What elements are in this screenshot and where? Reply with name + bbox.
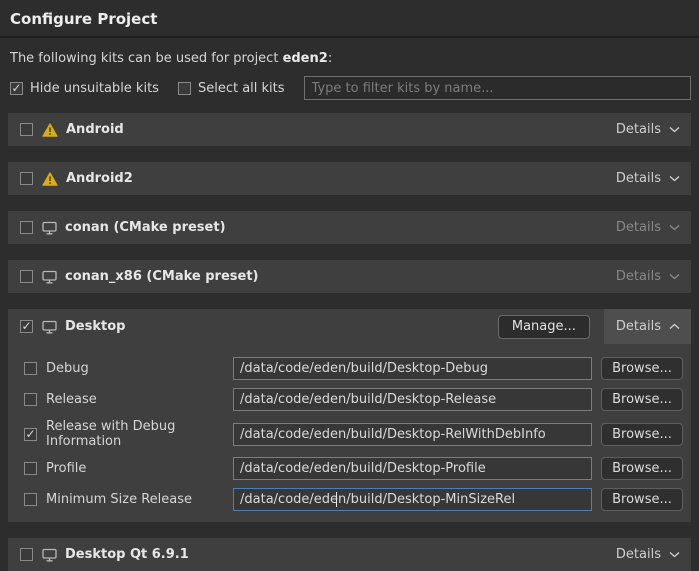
hide-unsuitable-kits-checkbox[interactable]: [10, 82, 23, 95]
chevron-down-icon: [669, 126, 680, 133]
warning-icon: [42, 172, 58, 186]
desktop-icon: [42, 270, 57, 284]
details-label: Details: [616, 547, 661, 562]
select-all-kits-checkbox[interactable]: [178, 82, 191, 95]
build-path-input[interactable]: [233, 388, 592, 411]
kit-name: conan (CMake preset): [65, 220, 226, 235]
kit-header: Android Details: [8, 113, 691, 146]
build-path-field-wrap: [233, 423, 592, 446]
build-path-field-wrap: [233, 357, 592, 380]
config-checkbox[interactable]: [24, 393, 37, 406]
config-label: Debug: [46, 361, 233, 376]
intro-text-before: The following kits can be used for proje…: [10, 51, 283, 66]
text-cursor: [336, 492, 337, 507]
config-row-relwithdebinfo: Release with Debug Information Browse...: [24, 419, 683, 449]
manage-button[interactable]: Manage...: [498, 315, 590, 339]
kit-row-conan: conan (CMake preset) Details: [8, 211, 691, 244]
kit-checkbox[interactable]: [20, 172, 33, 185]
config-checkbox[interactable]: [24, 462, 37, 475]
config-row-release: Release Browse...: [24, 388, 683, 411]
config-label: Minimum Size Release: [46, 492, 233, 507]
kit-checkbox[interactable]: [20, 123, 33, 136]
kit-filter-input[interactable]: [304, 76, 691, 100]
select-all-kits-label: Select all kits: [198, 81, 285, 96]
kit-row-desktop-qt: Desktop Qt 6.9.1 Details: [8, 538, 691, 571]
config-row-debug: Debug Browse...: [24, 357, 683, 380]
build-path-input[interactable]: [233, 357, 592, 380]
intro-text-after: :: [328, 51, 332, 66]
browse-button[interactable]: Browse...: [601, 423, 683, 446]
desktop-icon: [42, 320, 57, 334]
kit-filter-bar: Hide unsuitable kits Select all kits: [10, 76, 691, 100]
chevron-down-icon: [669, 551, 680, 558]
build-path-field-wrap: [233, 457, 592, 480]
kit-checkbox[interactable]: [20, 548, 33, 561]
build-path-input[interactable]: [233, 457, 592, 480]
kit-row-android: Android Details: [8, 113, 691, 146]
details-label: Details: [616, 269, 661, 284]
kit-header: conan (CMake preset) Details: [8, 211, 691, 244]
build-path-input[interactable]: [233, 488, 592, 511]
config-checkbox[interactable]: [24, 362, 37, 375]
kit-checkbox[interactable]: [20, 270, 33, 283]
kit-checkbox[interactable]: [20, 221, 33, 234]
kit-name: Desktop Qt 6.9.1: [65, 547, 189, 562]
browse-button[interactable]: Browse...: [601, 388, 683, 411]
config-row-profile: Profile Browse...: [24, 457, 683, 480]
details-button[interactable]: Details: [604, 260, 691, 293]
config-label: Release: [46, 392, 233, 407]
kit-name: conan_x86 (CMake preset): [65, 269, 259, 284]
warning-icon: [42, 123, 58, 137]
kit-row-desktop: Desktop Manage... Details Debug Browse..…: [8, 309, 691, 522]
details-label: Details: [616, 122, 661, 137]
details-button[interactable]: Details: [604, 309, 691, 344]
details-label: Details: [616, 319, 661, 334]
hide-unsuitable-kits-label: Hide unsuitable kits: [30, 81, 159, 96]
details-button[interactable]: Details: [604, 211, 691, 244]
kit-list: Android Details Android2 Details: [8, 113, 691, 571]
kit-name: Android: [66, 122, 124, 137]
config-label: Profile: [46, 461, 233, 476]
project-name: eden2: [283, 51, 328, 66]
details-label: Details: [616, 171, 661, 186]
details-button[interactable]: Details: [604, 162, 691, 195]
browse-button[interactable]: Browse...: [601, 357, 683, 380]
kit-header: conan_x86 (CMake preset) Details: [8, 260, 691, 293]
page-title: Configure Project: [0, 0, 699, 38]
kit-row-android2: Android2 Details: [8, 162, 691, 195]
chevron-down-icon: [669, 224, 680, 231]
kit-name: Desktop: [65, 319, 125, 334]
hide-unsuitable-kits-checkbox-group[interactable]: Hide unsuitable kits: [10, 81, 159, 96]
chevron-down-icon: [669, 175, 680, 182]
chevron-up-icon: [669, 323, 680, 330]
browse-button[interactable]: Browse...: [601, 457, 683, 480]
details-button[interactable]: Details: [604, 538, 691, 571]
kit-name: Android2: [66, 171, 133, 186]
details-label: Details: [616, 220, 661, 235]
kit-checkbox[interactable]: [20, 320, 33, 333]
select-all-kits-checkbox-group[interactable]: Select all kits: [178, 81, 285, 96]
config-row-minsizerel: Minimum Size Release Browse...: [24, 488, 683, 511]
kit-header: Desktop Qt 6.9.1 Details: [8, 538, 691, 571]
kit-header: Android2 Details: [8, 162, 691, 195]
config-label: Release with Debug Information: [46, 419, 233, 449]
desktop-icon: [42, 548, 57, 562]
build-path-input[interactable]: [233, 423, 592, 446]
intro-text: The following kits can be used for proje…: [10, 51, 689, 66]
config-checkbox[interactable]: [24, 493, 37, 506]
chevron-down-icon: [669, 273, 680, 280]
build-path-field-wrap: [233, 488, 592, 511]
browse-button[interactable]: Browse...: [601, 488, 683, 511]
kit-header: Desktop Manage... Details: [8, 309, 691, 344]
desktop-icon: [42, 221, 57, 235]
details-button[interactable]: Details: [604, 113, 691, 146]
kit-row-conan-x86: conan_x86 (CMake preset) Details: [8, 260, 691, 293]
build-path-field-wrap: [233, 388, 592, 411]
kit-details-panel: Debug Browse... Release Browse... Releas…: [8, 344, 691, 522]
config-checkbox[interactable]: [24, 428, 37, 441]
